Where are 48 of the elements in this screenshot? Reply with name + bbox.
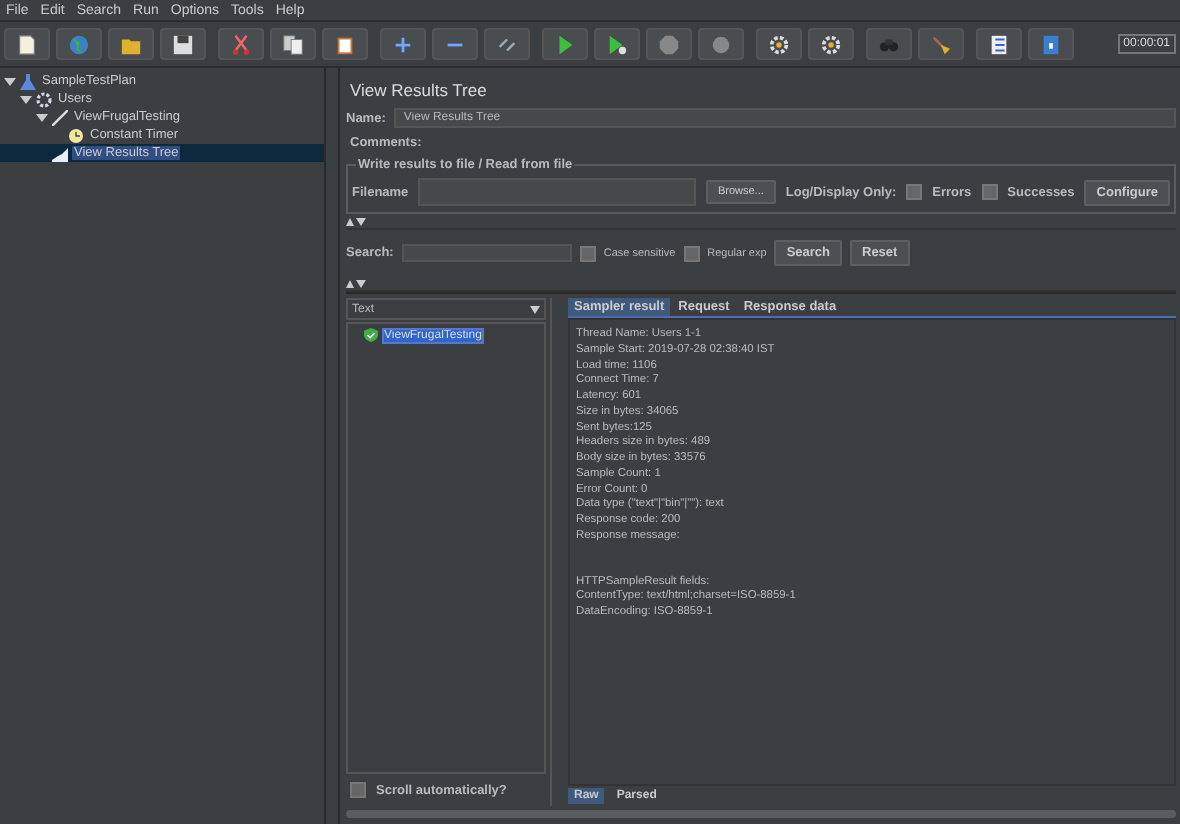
gear-icon: [820, 33, 842, 55]
globe-icon: [68, 33, 90, 55]
toolbar-button[interactable]: [4, 28, 50, 60]
gear-icon: [768, 33, 790, 55]
clipboard-icon: [334, 33, 356, 55]
toolbar-button[interactable]: [542, 28, 588, 60]
toolbar-button[interactable]: [380, 28, 426, 60]
toolbar-button[interactable]: [322, 28, 368, 60]
checkbox[interactable]: [683, 245, 700, 261]
checkbox[interactable]: [981, 184, 998, 200]
toolbar-button[interactable]: [756, 28, 802, 60]
save-icon: [172, 33, 194, 55]
toolbar-button[interactable]: [594, 28, 640, 60]
split-arrows-icon[interactable]: [346, 217, 366, 225]
clock-icon: [68, 127, 84, 143]
flask-icon: [20, 73, 36, 89]
copy-icon: [282, 33, 304, 55]
shield-check-icon: [364, 328, 378, 342]
checkbox[interactable]: [350, 782, 366, 798]
search-field[interactable]: [401, 244, 572, 262]
expand-triangle-icon[interactable]: [4, 75, 16, 87]
circle-icon: [710, 33, 732, 55]
list-icon: [988, 33, 1010, 55]
broom-icon: [930, 33, 952, 55]
expand-triangle-icon[interactable]: [36, 111, 48, 123]
stop-icon: [658, 33, 680, 55]
toolbar-button[interactable]: [976, 28, 1022, 60]
toolbar-button[interactable]: [160, 28, 206, 60]
toolbar-button[interactable]: [108, 28, 154, 60]
checkbox[interactable]: [906, 184, 923, 200]
pen-icon: [52, 109, 68, 125]
caret-icon: [530, 305, 540, 313]
book-icon: [1040, 33, 1062, 55]
plus-icon: [392, 33, 414, 55]
toolbar-button[interactable]: [270, 28, 316, 60]
checkbox[interactable]: [579, 245, 596, 261]
toolbar-button[interactable]: [808, 28, 854, 60]
document-icon: [16, 33, 38, 55]
panel-title: View Results Tree: [348, 78, 489, 104]
toggle-icon: [496, 33, 518, 55]
play-icon: [554, 33, 576, 55]
scissors-icon: [230, 33, 252, 55]
filename-field[interactable]: [418, 178, 696, 206]
chart-icon: [52, 145, 68, 161]
expand-triangle-icon[interactable]: [20, 93, 32, 105]
play-icon: [606, 33, 628, 55]
split-arrows-icon[interactable]: [346, 279, 366, 287]
gear-icon: [36, 91, 52, 107]
